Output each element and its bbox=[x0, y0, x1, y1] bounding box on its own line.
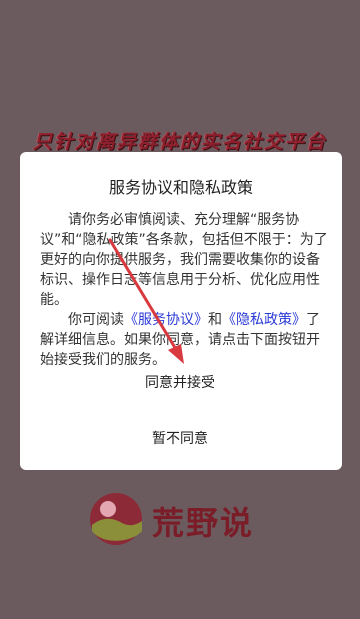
disagree-button[interactable]: 暂不同意 bbox=[0, 428, 360, 448]
service-agreement-link[interactable]: 《服务协议》 bbox=[124, 312, 208, 328]
dialog-title: 服务协议和隐私政策 bbox=[108, 178, 253, 197]
policy-paragraph-2: 你可阅读《服务协议》和《隐私政策》了解详细信息。如果你同意，请点击下面按钮开始接… bbox=[40, 310, 328, 370]
agree-button[interactable]: 同意并接受 bbox=[0, 372, 360, 392]
dialog-body: 请你务必审慎阅读、充分理解“服务协议”和“隐私政策”各条款，包括但不限于：为了更… bbox=[40, 210, 328, 370]
brand-logo-icon bbox=[90, 493, 142, 545]
privacy-policy-link[interactable]: 《隐私政策》 bbox=[222, 312, 306, 328]
para2-and: 和 bbox=[208, 312, 222, 328]
privacy-dialog: 服务协议和隐私政策 请你务必审慎阅读、充分理解“服务协议”和“隐私政策”各条款，… bbox=[20, 152, 342, 470]
app-tagline: 只针对离异群体的实名社交平台 bbox=[32, 131, 327, 153]
policy-paragraph-1: 请你务必审慎阅读、充分理解“服务协议”和“隐私政策”各条款，包括但不限于：为了更… bbox=[40, 212, 328, 308]
brand-name: 荒野说 bbox=[152, 504, 255, 542]
para2-prefix: 你可阅读 bbox=[68, 312, 124, 328]
